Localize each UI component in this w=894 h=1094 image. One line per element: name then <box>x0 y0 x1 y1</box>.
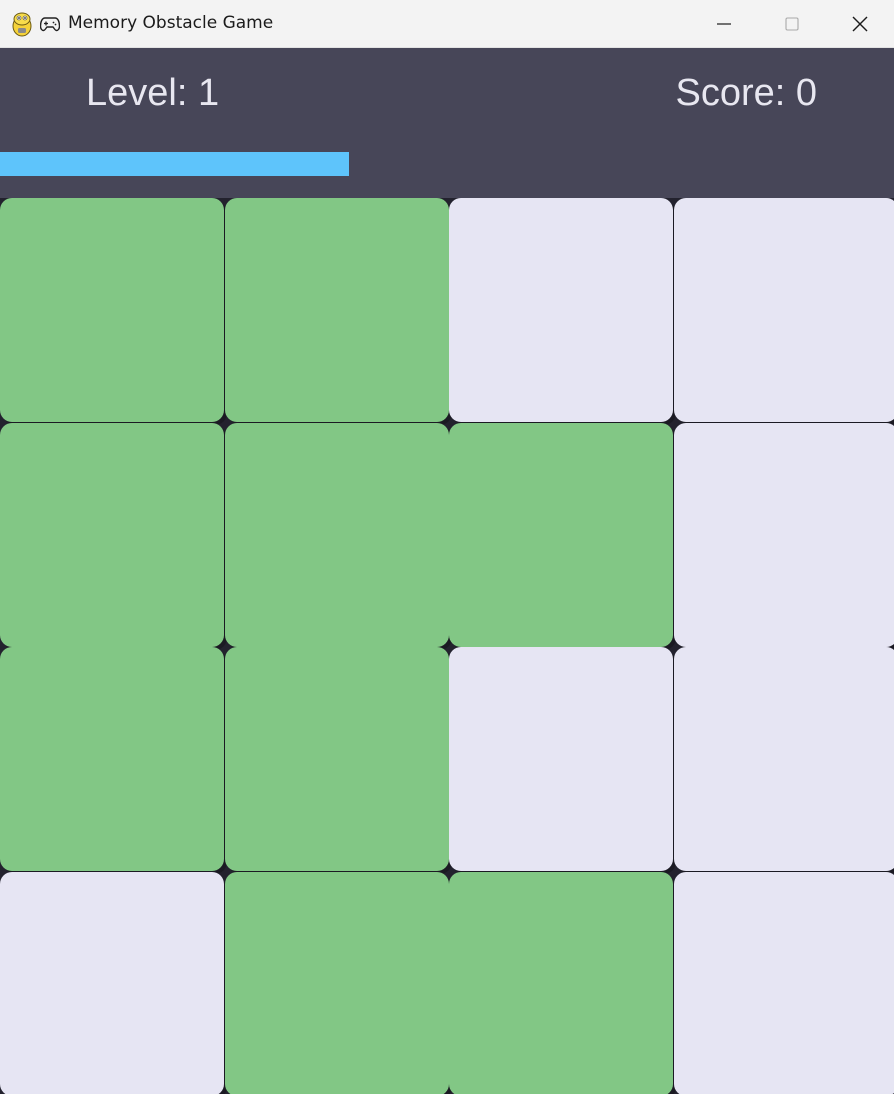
obstacle-tile[interactable] <box>674 872 894 1094</box>
path-tile[interactable] <box>449 872 673 1094</box>
maximize-button[interactable] <box>758 0 826 48</box>
path-tile[interactable] <box>0 423 224 647</box>
obstacle-tile[interactable] <box>449 198 673 422</box>
obstacle-tile[interactable] <box>449 647 673 871</box>
path-tile[interactable] <box>449 423 673 647</box>
path-tile[interactable] <box>225 647 449 871</box>
path-tile[interactable] <box>225 423 449 647</box>
maximize-icon <box>785 17 799 31</box>
path-tile[interactable] <box>0 647 224 871</box>
minimize-button[interactable] <box>690 0 758 48</box>
timer-bar-fill <box>0 152 349 176</box>
obstacle-tile[interactable] <box>674 198 894 422</box>
path-tile[interactable] <box>225 198 449 422</box>
obstacle-tile[interactable] <box>0 872 224 1094</box>
obstacle-tile[interactable] <box>674 423 894 647</box>
path-tile[interactable] <box>225 872 449 1094</box>
window-title-bar: Memory Obstacle Game <box>0 0 894 48</box>
path-tile[interactable] <box>0 198 224 422</box>
game-hud: Level: 1 Score: 0 <box>0 48 894 198</box>
pygame-snake-icon <box>12 12 32 37</box>
game-grid <box>0 198 894 1094</box>
minimize-icon <box>717 23 731 25</box>
window-title: Memory Obstacle Game <box>68 13 274 33</box>
close-button[interactable] <box>826 0 894 48</box>
gamepad-icon <box>40 17 60 32</box>
close-icon <box>852 16 868 32</box>
score-label: Score: 0 <box>675 72 817 114</box>
obstacle-tile[interactable] <box>674 647 894 871</box>
memorize-timer-bar <box>0 152 894 176</box>
level-label: Level: 1 <box>86 72 220 114</box>
